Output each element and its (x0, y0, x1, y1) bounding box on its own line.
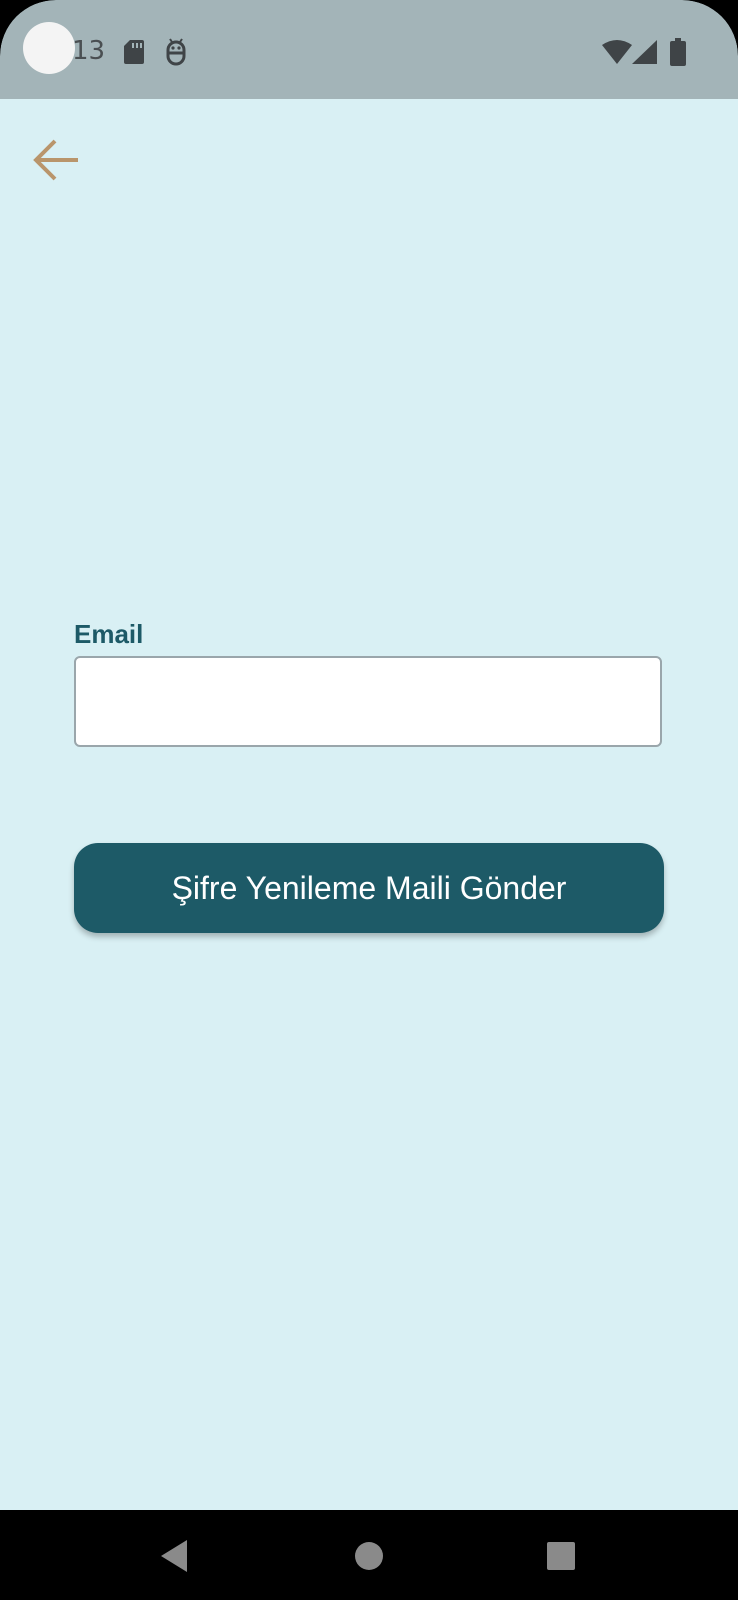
home-circle-icon (355, 1542, 383, 1570)
back-triangle-icon (161, 1540, 187, 1572)
back-button[interactable] (26, 129, 88, 191)
camera-cutout (23, 22, 75, 74)
cell-signal-icon (632, 40, 657, 64)
email-label: Email (74, 619, 144, 649)
battery-icon (670, 38, 686, 66)
email-input[interactable] (74, 656, 662, 747)
arrow-left-icon (33, 139, 78, 181)
navigation-bar (0, 1510, 738, 1600)
send-reset-email-button[interactable]: Şifre Yenileme Maili Gönder (74, 843, 664, 933)
status-bar: 13 (0, 0, 738, 99)
nav-home-button[interactable] (349, 1536, 389, 1576)
main-content: Email Şifre Yenileme Maili Gönder (0, 99, 738, 1510)
android-debug-icon (166, 38, 186, 66)
nav-recents-button[interactable] (541, 1536, 581, 1576)
sd-card-icon (124, 40, 144, 64)
phone-screen: 13 Email Şifre Yenileme Maili Gönder (0, 0, 738, 1600)
recents-square-icon (547, 1542, 575, 1570)
wifi-icon (602, 40, 632, 64)
nav-back-button[interactable] (154, 1536, 194, 1576)
status-time: 13 (72, 36, 106, 66)
